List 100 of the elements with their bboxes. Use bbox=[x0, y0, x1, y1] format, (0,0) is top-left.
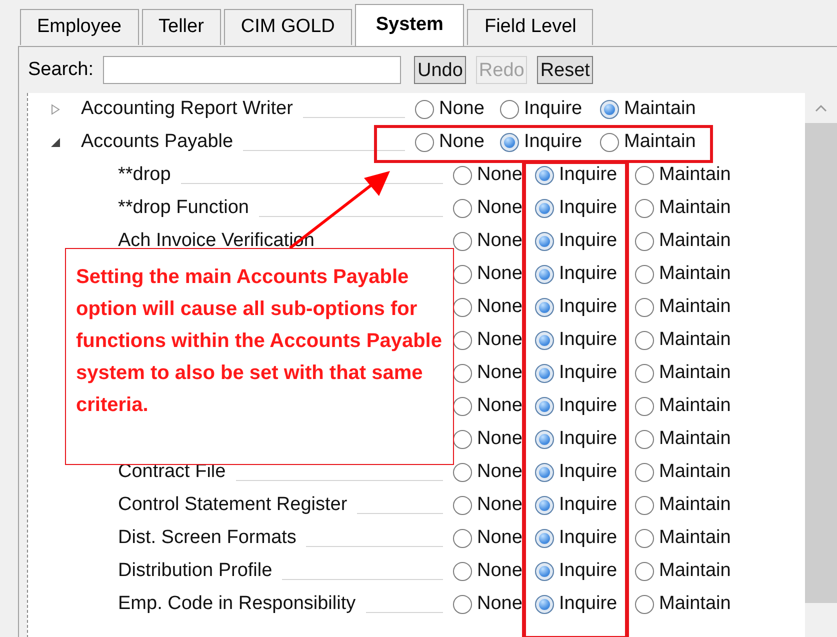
radio-button[interactable] bbox=[535, 496, 554, 515]
option-label: None bbox=[477, 196, 522, 220]
tab[interactable]: Field Level bbox=[467, 9, 594, 45]
permission-name: Accounts Payable bbox=[81, 130, 234, 154]
option-label: Inquire bbox=[559, 427, 618, 452]
option-label: Maintain bbox=[659, 592, 731, 616]
radio-button[interactable] bbox=[635, 430, 654, 449]
option-label: Inquire bbox=[559, 262, 618, 286]
toolbar-button[interactable]: Reset bbox=[537, 56, 593, 84]
option-label: Inquire bbox=[559, 361, 618, 386]
option-label: None bbox=[477, 592, 522, 616]
radio-button[interactable] bbox=[453, 199, 472, 218]
option-label: Maintain bbox=[659, 163, 731, 188]
radio-button[interactable] bbox=[635, 265, 654, 284]
option-label: None bbox=[477, 394, 522, 418]
radio-button[interactable] bbox=[453, 298, 472, 317]
expanded-triangle-icon[interactable] bbox=[50, 137, 61, 148]
radio-button[interactable] bbox=[635, 298, 654, 317]
radio-button[interactable] bbox=[500, 100, 519, 119]
option-label: Inquire bbox=[559, 229, 618, 254]
radio-button[interactable] bbox=[453, 562, 472, 581]
option-label: None bbox=[477, 262, 522, 286]
radio-button[interactable] bbox=[535, 265, 554, 284]
option-label: Inquire bbox=[559, 493, 618, 518]
radio-button[interactable] bbox=[635, 331, 654, 350]
radio-button[interactable] bbox=[535, 364, 554, 383]
radio-button[interactable] bbox=[635, 166, 654, 185]
option-label: Maintain bbox=[659, 229, 731, 254]
radio-button[interactable] bbox=[453, 232, 472, 251]
permission-name: **drop bbox=[118, 163, 171, 188]
option-label: Maintain bbox=[624, 97, 696, 122]
radio-button[interactable] bbox=[453, 463, 472, 482]
toolbar-button[interactable]: Undo bbox=[414, 56, 466, 84]
radio-button[interactable] bbox=[453, 430, 472, 449]
radio-button[interactable] bbox=[535, 595, 554, 614]
tab[interactable]: CIM GOLD bbox=[224, 9, 352, 45]
radio-button[interactable] bbox=[535, 298, 554, 317]
radio-button[interactable] bbox=[453, 496, 472, 515]
radio-button[interactable] bbox=[415, 100, 434, 119]
permission-name: Emp. Code in Responsibility bbox=[118, 592, 356, 616]
radio-button[interactable] bbox=[415, 133, 434, 152]
radio-button[interactable] bbox=[453, 166, 472, 185]
radio-button[interactable] bbox=[635, 529, 654, 548]
permission-name: Dist. Screen Formats bbox=[118, 526, 296, 550]
tab[interactable]: Employee bbox=[20, 9, 138, 45]
option-label: Inquire bbox=[559, 328, 618, 352]
radio-button[interactable] bbox=[635, 364, 654, 383]
option-label: Inquire bbox=[559, 394, 618, 418]
option-label: Maintain bbox=[659, 460, 731, 484]
option-label: None bbox=[477, 526, 522, 550]
radio-button[interactable] bbox=[535, 166, 554, 185]
radio-button[interactable] bbox=[635, 595, 654, 614]
radio-button[interactable] bbox=[635, 496, 654, 515]
radio-button[interactable] bbox=[453, 397, 472, 416]
radio-button[interactable] bbox=[600, 133, 619, 152]
option-label: Inquire bbox=[559, 526, 618, 550]
option-label: None bbox=[477, 328, 522, 352]
radio-button[interactable] bbox=[635, 397, 654, 416]
permission-name: Distribution Profile bbox=[118, 559, 272, 584]
scrollbar[interactable] bbox=[805, 93, 837, 637]
radio-button[interactable] bbox=[635, 463, 654, 482]
option-label: None bbox=[477, 163, 522, 188]
radio-button[interactable] bbox=[453, 331, 472, 350]
radio-button[interactable] bbox=[635, 562, 654, 581]
option-label: None bbox=[477, 460, 522, 484]
radio-button[interactable] bbox=[535, 199, 554, 218]
radio-button[interactable] bbox=[453, 364, 472, 383]
option-label: Inquire bbox=[559, 295, 618, 320]
option-label: Maintain bbox=[659, 394, 731, 418]
option-label: Maintain bbox=[659, 559, 731, 584]
radio-button[interactable] bbox=[535, 232, 554, 251]
tab[interactable]: Teller bbox=[142, 9, 221, 45]
radio-button[interactable] bbox=[600, 100, 619, 119]
tab[interactable]: System bbox=[354, 4, 464, 46]
option-label: None bbox=[439, 97, 484, 122]
radio-button[interactable] bbox=[453, 529, 472, 548]
radio-button[interactable] bbox=[535, 397, 554, 416]
radio-button[interactable] bbox=[453, 265, 472, 284]
option-label: None bbox=[477, 559, 522, 584]
option-label: None bbox=[439, 130, 484, 154]
option-label: Inquire bbox=[559, 163, 618, 188]
radio-button[interactable] bbox=[453, 595, 472, 614]
radio-button[interactable] bbox=[500, 133, 519, 152]
option-label: None bbox=[477, 427, 522, 452]
option-label: Maintain bbox=[659, 262, 731, 286]
permission-name: Accounting Report Writer bbox=[81, 97, 293, 122]
radio-button[interactable] bbox=[535, 331, 554, 350]
radio-button[interactable] bbox=[635, 232, 654, 251]
option-label: Maintain bbox=[659, 196, 731, 220]
radio-button[interactable] bbox=[635, 199, 654, 218]
radio-button[interactable] bbox=[535, 529, 554, 548]
radio-button[interactable] bbox=[535, 430, 554, 449]
option-label: None bbox=[477, 229, 522, 254]
permission-name: **drop Function bbox=[118, 196, 249, 220]
radio-button[interactable] bbox=[535, 463, 554, 482]
radio-button[interactable] bbox=[535, 562, 554, 581]
search-field[interactable] bbox=[103, 56, 402, 84]
option-label: Maintain bbox=[659, 328, 731, 352]
option-label: Maintain bbox=[624, 130, 696, 154]
collapsed-triangle-icon[interactable] bbox=[50, 104, 61, 115]
